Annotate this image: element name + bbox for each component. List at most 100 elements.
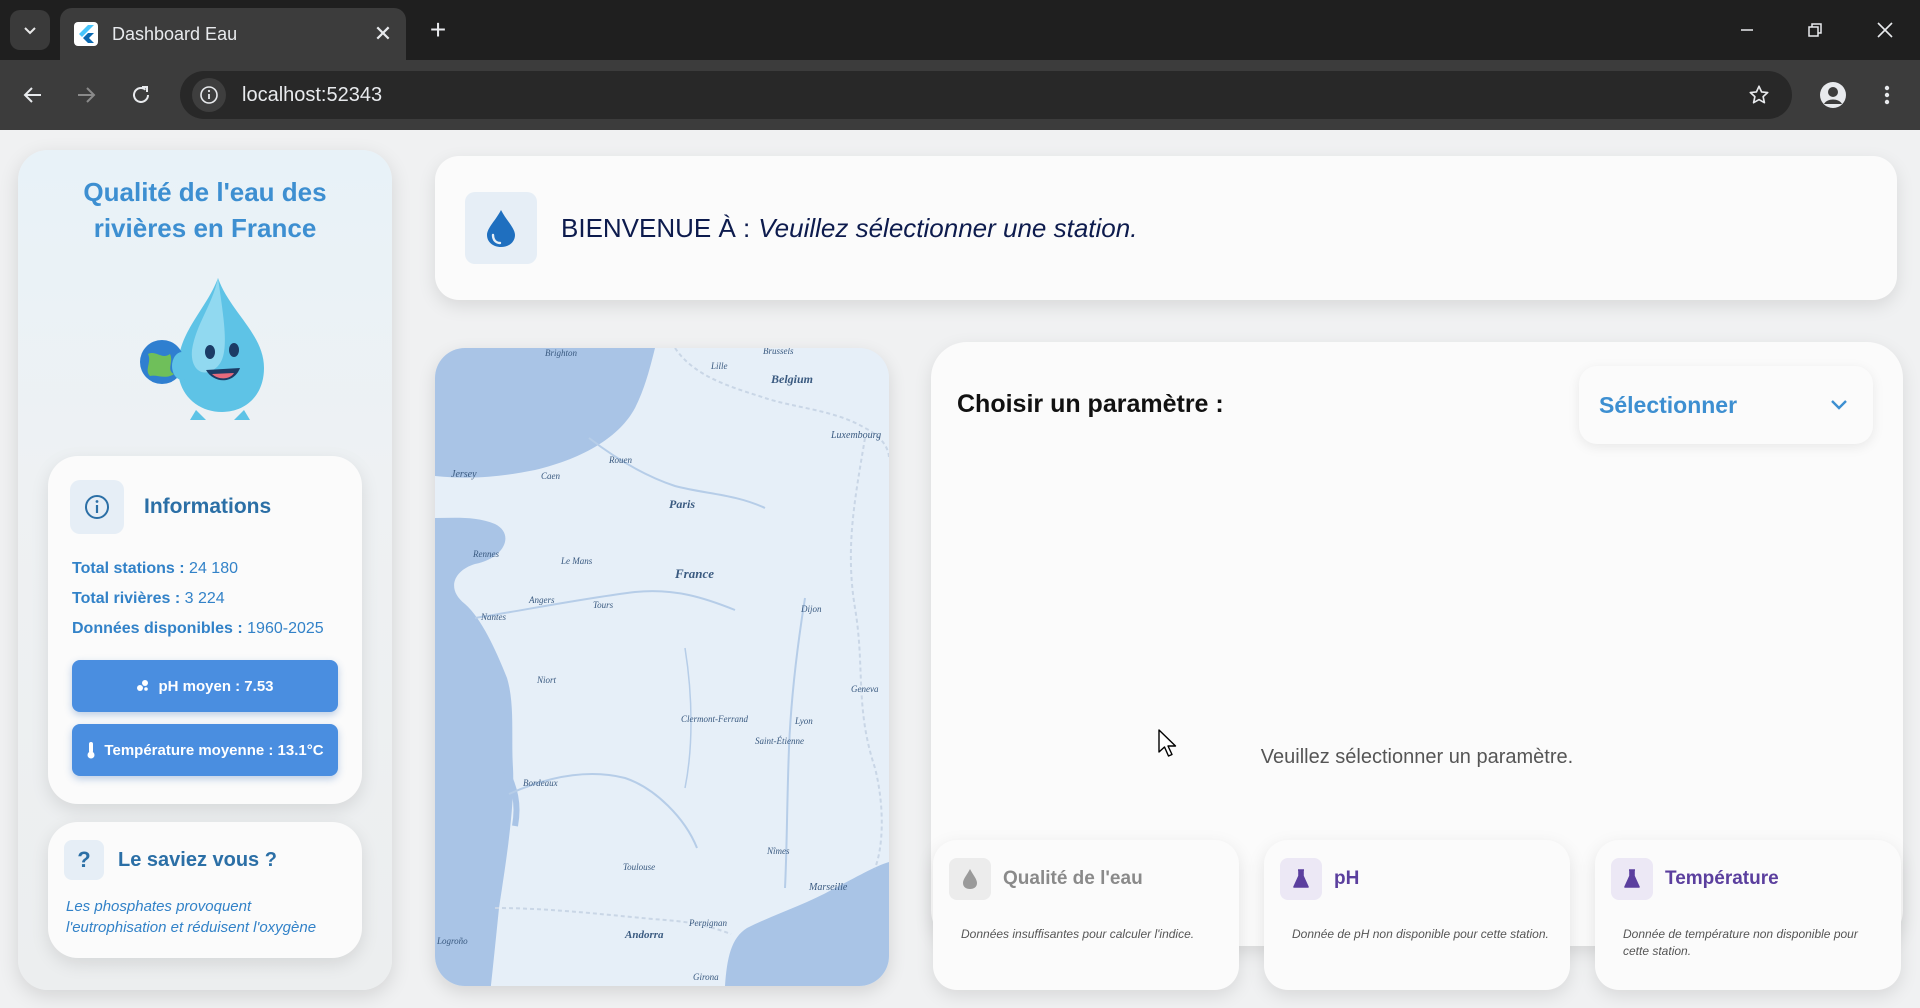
map-label: Toulouse: [623, 862, 655, 872]
sidebar: Qualité de l'eau des rivières en France …: [18, 150, 392, 990]
browser-toolbar: localhost:52343: [0, 60, 1920, 130]
stat-total-rivers: Total rivières : 3 224: [72, 590, 225, 608]
welcome-label: BIENVENUE À :: [561, 212, 751, 243]
question-icon: ?: [64, 840, 104, 880]
ph-card: pH Donnée de pH non disponible pour cett…: [1264, 840, 1570, 990]
info-card: Informations Total stations : 24 180 Tot…: [48, 456, 362, 804]
site-info-icon[interactable]: [192, 78, 226, 112]
ph-average-button[interactable]: pH moyen : 7.53: [72, 660, 338, 712]
map-label: Belgium: [770, 372, 813, 386]
chevron-down-icon: [24, 27, 36, 35]
flask-icon: [1611, 858, 1653, 900]
browser-tab-bar: Dashboard Eau ✕ +: [0, 0, 1920, 60]
map-label: Saint-Étienne: [755, 736, 804, 746]
stat-value: 1960-2025: [247, 620, 324, 637]
temperature-average-label: Température moyenne : 13.1°C: [104, 741, 324, 759]
map-label: Rennes: [472, 549, 499, 559]
fact-header: ? Le saviez vous ?: [64, 840, 277, 880]
reload-icon: [133, 86, 149, 103]
tab-search-button[interactable]: [10, 10, 50, 50]
tab-close-icon[interactable]: ✕: [368, 19, 398, 49]
flutter-icon: [74, 22, 98, 46]
more-vertical-icon: [1884, 85, 1890, 105]
flask-icon: [1280, 858, 1322, 900]
temperature-average-button[interactable]: Température moyenne : 13.1°C: [72, 724, 338, 776]
map-label: Perpignan: [688, 918, 727, 928]
close-icon: [1877, 22, 1893, 38]
restore-icon: [1808, 23, 1822, 37]
tab-title: Dashboard Eau: [112, 23, 238, 44]
map-label: Brighton: [545, 348, 578, 358]
map-label: Marseille: [808, 882, 848, 893]
info-icon: [70, 480, 124, 534]
restore-button[interactable]: [1792, 8, 1838, 52]
water-drop-icon: [949, 858, 991, 900]
stat-value: 3 224: [184, 590, 225, 607]
stat-data-years: Données disponibles : 1960-2025: [72, 620, 324, 638]
stat-label: Total rivières :: [72, 590, 181, 607]
welcome-banner: BIENVENUE À : Veuillez sélectionner une …: [435, 156, 1897, 300]
mouse-cursor-icon: [1158, 729, 1177, 757]
arrow-right-icon: [78, 87, 96, 103]
map-label: Tours: [593, 600, 614, 610]
map-label: Nîmes: [766, 846, 790, 856]
map-label: Girona: [693, 972, 719, 982]
map-label: Le Mans: [560, 556, 593, 566]
app-viewport: Qualité de l'eau des rivières en France …: [0, 130, 1920, 1008]
map-label: Dijon: [800, 604, 822, 614]
info-header: Informations: [70, 480, 271, 534]
chevron-down-icon: [1829, 398, 1849, 412]
card-header: Qualité de l'eau: [949, 858, 1143, 900]
url-text: localhost:52343: [242, 83, 383, 106]
info-title: Informations: [144, 495, 272, 518]
close-window-button[interactable]: [1862, 8, 1908, 52]
card-title: pH: [1334, 868, 1360, 889]
browser-tab[interactable]: Dashboard Eau ✕: [60, 8, 406, 60]
fact-text: Les phosphates provoquent l'eutrophisati…: [66, 898, 317, 936]
fact-title: Le saviez vous ?: [118, 848, 277, 871]
map-label: Bordeaux: [523, 778, 558, 788]
map-label: Caen: [541, 471, 560, 481]
station-map[interactable]: Brighton Brussels Lille Belgium Luxembou…: [435, 348, 889, 986]
minimize-icon: [1741, 29, 1753, 31]
parameter-label: Choisir un paramètre :: [957, 390, 1224, 418]
map-label: Lille: [710, 361, 728, 371]
map-label: France: [674, 566, 714, 581]
stat-label: Données disponibles :: [72, 620, 243, 637]
map-label: Luxembourg: [830, 430, 881, 441]
card-title: Qualité de l'eau: [1003, 868, 1143, 889]
card-text: Donnée de pH non disponible pour cette s…: [1292, 927, 1549, 941]
stat-label: Total stations :: [72, 560, 185, 577]
profile-button[interactable]: [1814, 76, 1852, 114]
forward-button[interactable]: [67, 76, 105, 114]
stat-total-stations: Total stations : 24 180: [72, 560, 238, 578]
parameter-empty-message: Veuillez sélectionner un paramètre.: [1260, 746, 1574, 768]
map-label: Brussels: [763, 348, 794, 356]
browser-menu-button[interactable]: [1868, 76, 1906, 114]
profile-icon: [1820, 82, 1846, 108]
parameter-select[interactable]: Sélectionner: [1579, 366, 1873, 444]
map-canvas[interactable]: Brighton Brussels Lille Belgium Luxembou…: [435, 348, 889, 986]
new-tab-button[interactable]: +: [420, 12, 456, 48]
arrow-left-icon: [23, 87, 41, 103]
map-label: Niort: [536, 675, 557, 685]
minimize-button[interactable]: [1724, 8, 1770, 52]
back-button[interactable]: [14, 76, 52, 114]
map-label: Lyon: [794, 716, 813, 726]
card-text: Données insuffisantes pour calculer l'in…: [961, 927, 1195, 941]
map-label: Nantes: [480, 612, 506, 622]
bookmark-star-icon[interactable]: [1742, 78, 1776, 112]
map-label: Angers: [528, 595, 555, 605]
map-label: Clermont-Ferrand: [681, 714, 748, 724]
card-text: Donnée de température non disponible pou…: [1623, 927, 1858, 958]
reload-button[interactable]: [122, 76, 160, 114]
card-title: Température: [1665, 868, 1779, 889]
card-header: pH: [1280, 858, 1359, 900]
stat-value: 24 180: [189, 560, 238, 577]
address-bar[interactable]: localhost:52343: [180, 71, 1792, 119]
station-name: Veuillez sélectionner une station.: [758, 212, 1138, 243]
bubbles-icon: [137, 680, 149, 691]
map-label: Geneva: [851, 684, 879, 694]
map-label: Andorra: [624, 929, 664, 941]
map-label: Jersey: [451, 469, 477, 480]
